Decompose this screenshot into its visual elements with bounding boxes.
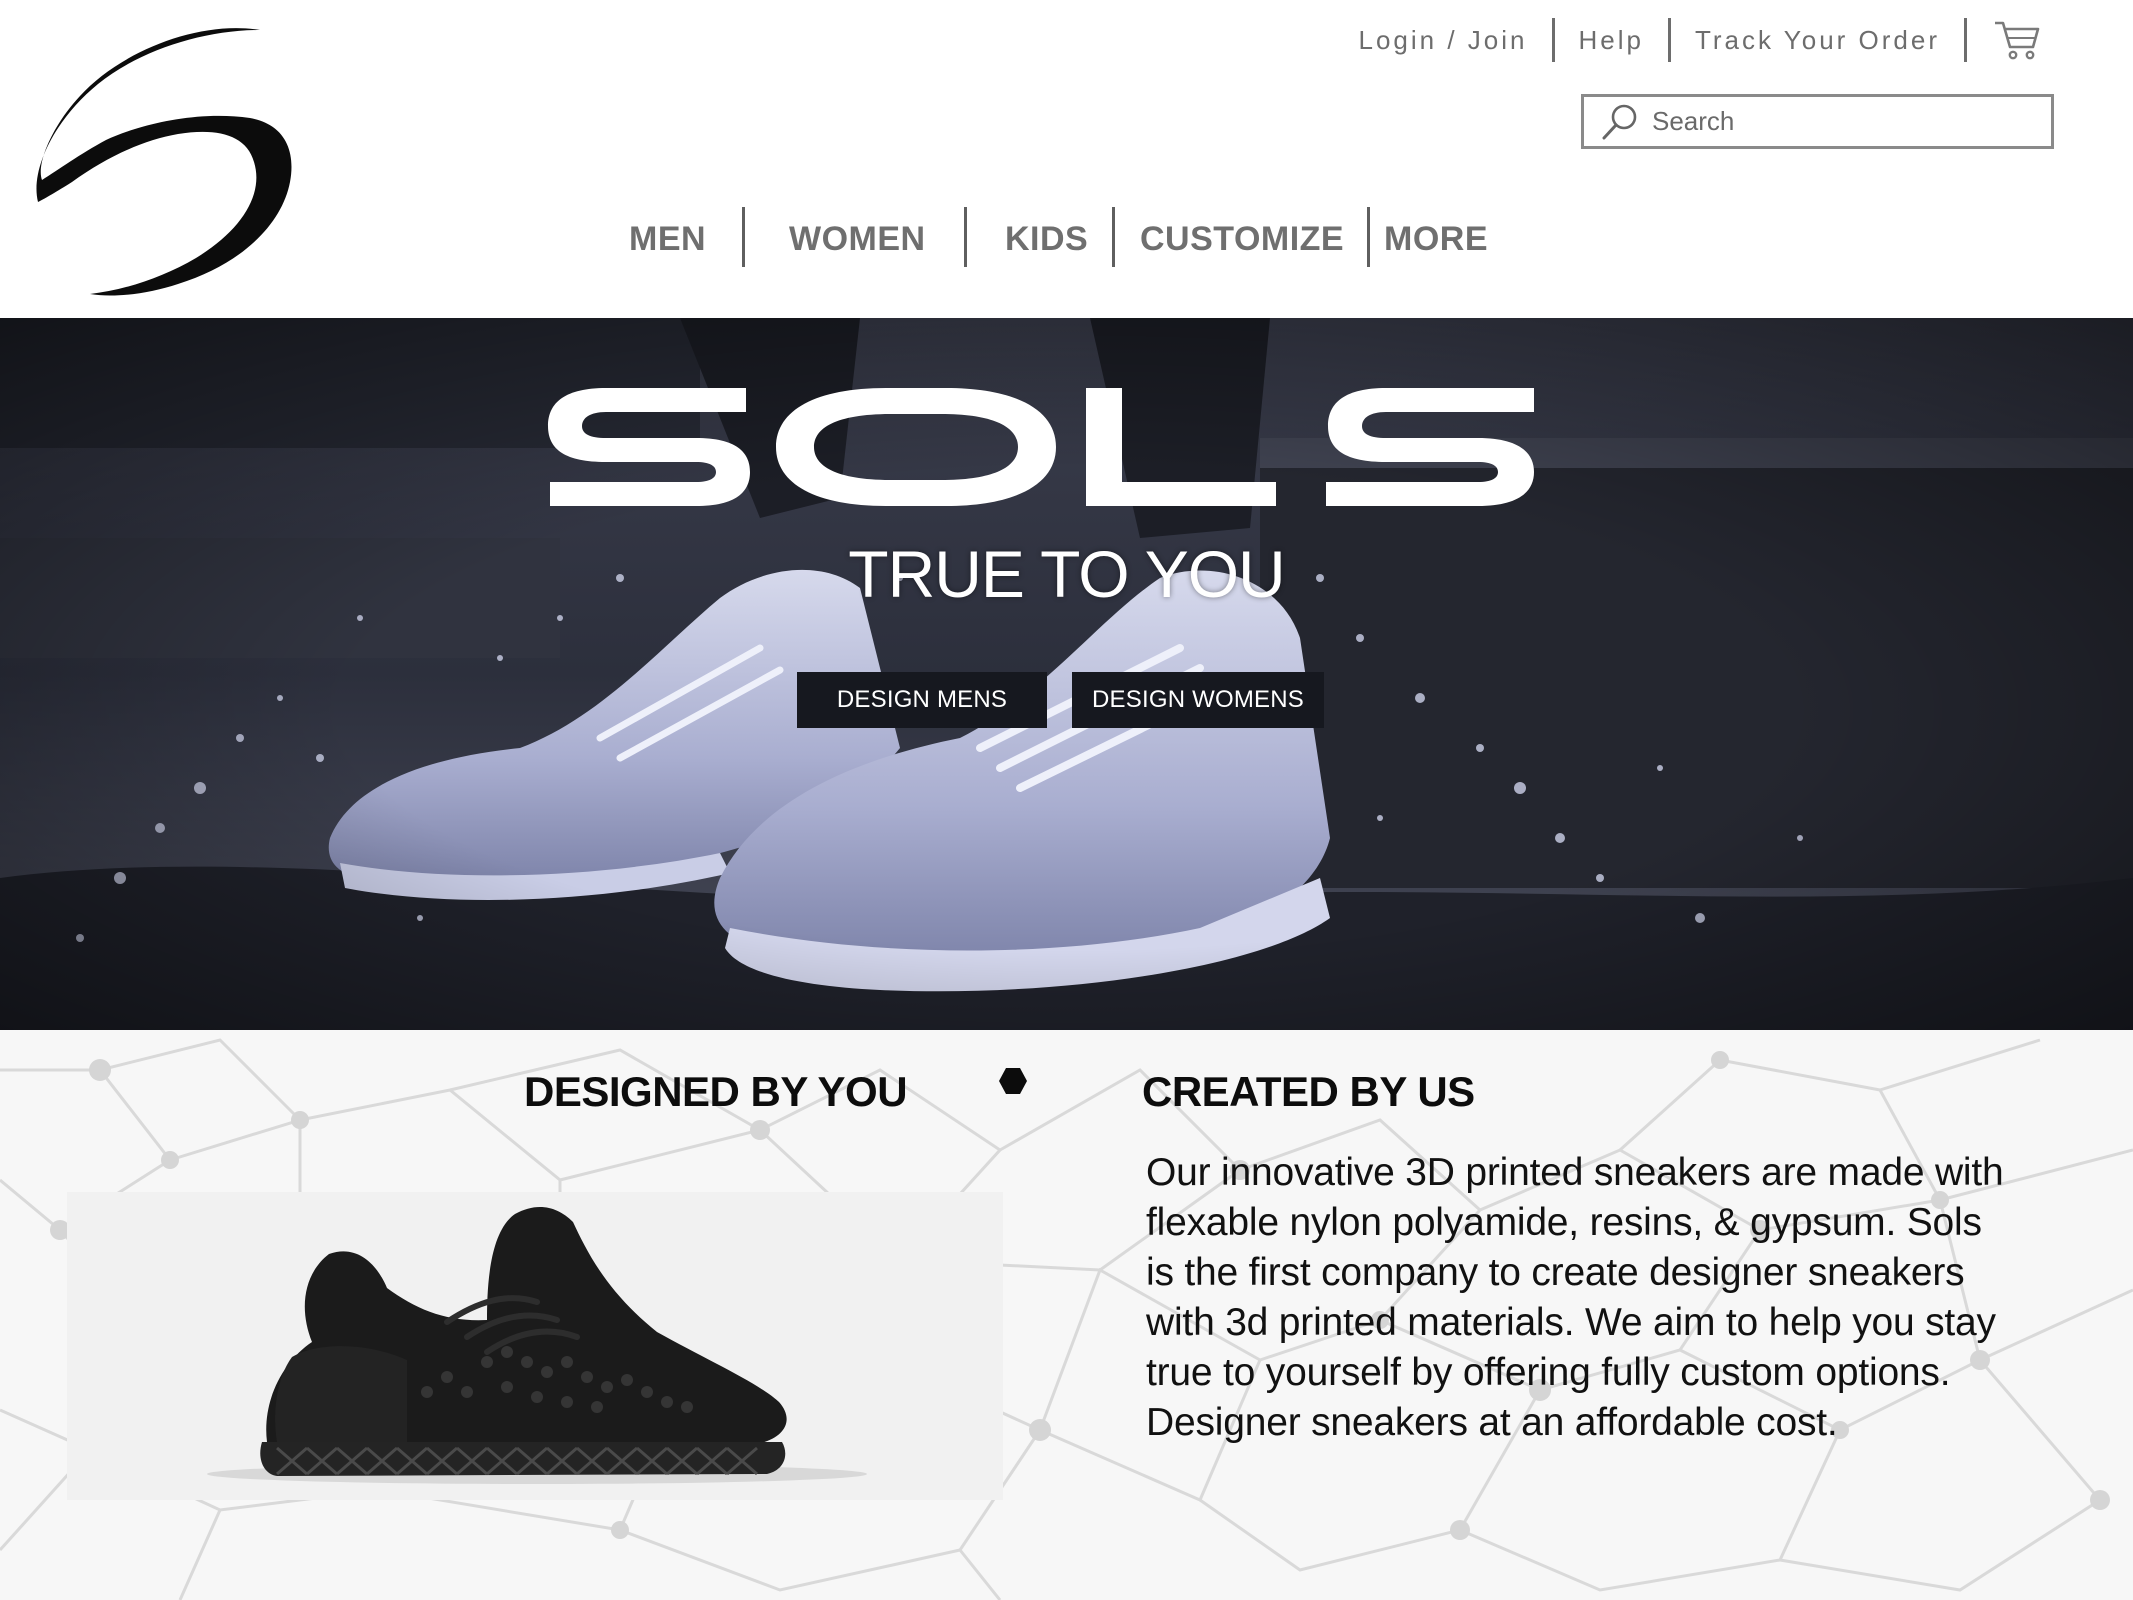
nav-kids[interactable]: KIDS [1005,207,1088,269]
features-section: DESIGNED BY YOU CREATED BY US Our innova… [0,1030,2133,1600]
hero-tagline: TRUE TO YOU [848,537,1285,611]
description-line: true to yourself by offering fully custo… [1146,1351,1951,1394]
nav-men[interactable]: MEN [629,207,706,269]
sols-logo[interactable] [28,22,298,302]
divider [1112,207,1115,267]
description-line: with 3d printed materials. We aim to hel… [1146,1301,1996,1344]
divider [964,207,967,267]
cart-button[interactable] [1967,18,2041,62]
3d-printed-sneaker-image [67,1192,1003,1500]
nav-women[interactable]: WOMEN [789,207,926,269]
divider [742,207,745,267]
created-by-us-heading: CREATED BY US [1142,1068,1475,1115]
search-box [1581,94,2054,149]
sols-wordmark-logo [548,388,1534,506]
design-womens-button[interactable]: DESIGN WOMENS [1072,672,1324,728]
hexagon-icon [999,1068,1027,1094]
design-mens-button[interactable]: DESIGN MENS [797,672,1047,728]
description-line: flexable nylon polyamide, resins, & gyps… [1146,1201,1982,1244]
description-line: Designer sneakers at an affordable cost. [1146,1401,1838,1444]
search-icon[interactable] [1600,102,1640,142]
divider [1367,207,1370,267]
utility-nav: Login / Join Help Track Your Order [1335,18,2041,62]
hero-banner: TRUE TO YOU DESIGN MENS DESIGN WOMENS [0,318,2133,1030]
nav-more[interactable]: MORE [1384,207,1488,269]
cart-icon [1995,21,2040,60]
login-join-link[interactable]: Login / Join [1335,18,1552,62]
description-line: is the first company to create designer … [1146,1251,1965,1294]
help-link[interactable]: Help [1555,18,1668,62]
track-order-link[interactable]: Track Your Order [1671,18,1964,62]
search-input[interactable] [1652,106,2051,137]
description-line: Our innovative 3D printed sneakers are m… [1146,1151,2004,1194]
designed-by-you-heading: DESIGNED BY YOU [524,1068,908,1115]
nav-customize[interactable]: CUSTOMIZE [1140,207,1344,269]
description-paragraph: Our innovative 3D printed sneakers are m… [1146,1148,2096,1448]
